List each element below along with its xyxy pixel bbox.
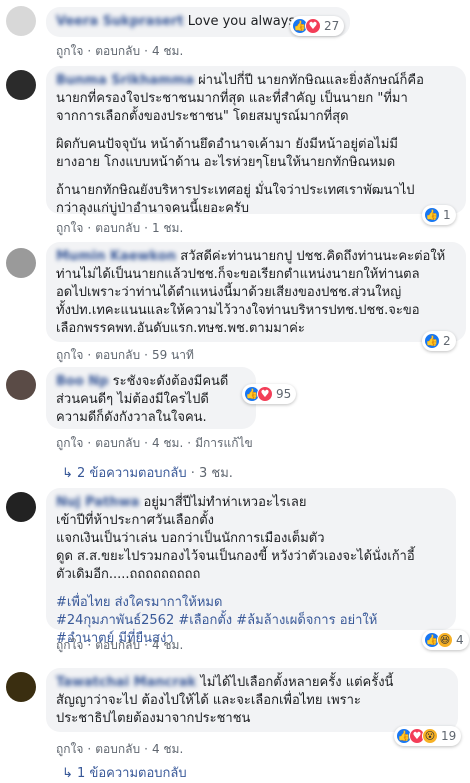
replies-count: 2 ข้อความตอบกลับ xyxy=(77,466,187,481)
comment-text: Love you always xyxy=(187,14,296,29)
timestamp[interactable]: 4 ชม. xyxy=(152,44,183,58)
comment-actions: ถูกใจ · ตอบกลับ · 4 ชม. xyxy=(56,638,184,652)
reaction-summary[interactable]: 👍 ♥ 😮 19 xyxy=(394,726,462,746)
like-button[interactable]: ถูกใจ xyxy=(56,348,83,362)
reaction-count: 2 xyxy=(443,334,451,348)
reply-arrow-icon: ↳ xyxy=(62,466,73,481)
love-icon: ♥ xyxy=(257,386,273,402)
like-button[interactable]: ถูกใจ xyxy=(56,44,83,58)
timestamp[interactable]: 4 ชม. xyxy=(152,638,183,652)
comment-text: ถ้านายกทักษิณยังบริหารประเทศอยู่ มั่นใจว… xyxy=(56,183,415,216)
timestamp[interactable]: 59 นาที xyxy=(152,348,194,362)
timestamp[interactable]: 4 ชม. xyxy=(152,436,183,450)
replies-time: 3 ชม. xyxy=(199,466,233,481)
reply-button[interactable]: ตอบกลับ xyxy=(95,348,140,362)
love-icon: ♥ xyxy=(305,18,321,34)
edited-label[interactable]: มีการแก้ไข xyxy=(195,436,253,450)
like-button[interactable]: ถูกใจ xyxy=(56,436,83,450)
reaction-summary[interactable]: 👍 2 xyxy=(422,331,456,351)
comment-bubble: Mumin Kaewkon สวัสดีค่ะท่านนายกปู ปชช.คิ… xyxy=(46,242,466,342)
comment-bubble: Boo Np ระชังจะดังต้องมีคนดี ส่วนคนดีๆ ไม… xyxy=(46,367,256,429)
like-button[interactable]: ถูกใจ xyxy=(56,638,83,652)
commenter-name[interactable]: Boo Np xyxy=(56,374,108,389)
view-replies-link[interactable]: ↳ 1 ข้อความตอบกลับ xyxy=(62,762,187,783)
comment-bubble: Nuj Pathwa อยู่มาสี่ปีไม่ทำห่าเหวอะไรเลย… xyxy=(46,488,456,646)
reaction-count: 1 xyxy=(443,208,451,222)
avatar[interactable] xyxy=(6,6,36,36)
reply-button[interactable]: ตอบกลับ xyxy=(95,44,140,58)
comment-actions: ถูกใจ · ตอบกลับ · 59 นาที xyxy=(56,348,194,362)
replies-count: 1 ข้อความตอบกลับ xyxy=(77,766,187,781)
like-icon: 👍 xyxy=(424,333,440,349)
comment-actions: ถูกใจ · ตอบกลับ · 1 ชม. xyxy=(56,221,184,235)
timestamp[interactable]: 4 ชม. xyxy=(152,742,183,756)
reaction-summary[interactable]: 👍 1 xyxy=(422,205,456,225)
comment-actions: ถูกใจ · ตอบกลับ · 4 ชม. xyxy=(56,44,184,58)
reaction-summary[interactable]: 👍 ♥ 27 xyxy=(290,16,345,36)
reply-button[interactable]: ตอบกลับ xyxy=(95,638,140,652)
comment-actions: ถูกใจ · ตอบกลับ · 4 ชม. · มีการแก้ไข xyxy=(56,436,253,450)
avatar[interactable] xyxy=(6,70,36,100)
reply-arrow-icon: ↳ xyxy=(62,766,73,781)
like-button[interactable]: ถูกใจ xyxy=(56,221,83,235)
commenter-name[interactable]: Veera Sukprasert xyxy=(56,14,184,29)
like-button[interactable]: ถูกใจ xyxy=(56,742,83,756)
avatar[interactable] xyxy=(6,672,36,702)
reaction-summary[interactable]: 👍 ♥ 95 xyxy=(242,384,297,404)
reply-button[interactable]: ตอบกลับ xyxy=(95,436,140,450)
comment-bubble: Bunma Srikhamma ผ่านไปกี่ปี นายกทักษิณแล… xyxy=(46,66,466,216)
timestamp[interactable]: 1 ชม. xyxy=(152,221,183,235)
like-icon: 👍 xyxy=(424,207,440,223)
avatar[interactable] xyxy=(6,248,36,278)
commenter-name[interactable]: Bunma Srikhamma xyxy=(56,73,194,88)
comment-actions: ถูกใจ · ตอบกลับ · 4 ชม. xyxy=(56,742,184,756)
comment-bubble: Tawatchai Mancrak ไม่ได้ไปเลือกตั้งหลายค… xyxy=(46,668,458,732)
reply-button[interactable]: ตอบกลับ xyxy=(95,742,140,756)
reaction-count: 19 xyxy=(441,729,457,743)
avatar[interactable] xyxy=(6,370,36,400)
reaction-count: 27 xyxy=(324,19,340,33)
view-replies-link[interactable]: ↳ 2 ข้อความตอบกลับ · 3 ชม. xyxy=(62,462,233,483)
commenter-name[interactable]: Tawatchai Mancrak xyxy=(56,675,196,690)
wow-icon: 😮 xyxy=(422,728,438,744)
comment-text: ผิดกับคนปัจจุบัน หน้าด้านยึดอำนาจเค้ามา … xyxy=(56,137,398,170)
reply-button[interactable]: ตอบกลับ xyxy=(95,221,140,235)
commenter-name[interactable]: Mumin Kaewkon xyxy=(56,249,176,264)
reaction-summary[interactable]: 👍 😆 4 xyxy=(422,630,469,650)
reaction-count: 95 xyxy=(276,387,292,401)
reaction-count: 4 xyxy=(456,633,464,647)
avatar[interactable] xyxy=(6,492,36,522)
commenter-name[interactable]: Nuj Pathwa xyxy=(56,495,139,510)
haha-icon: 😆 xyxy=(437,632,453,648)
